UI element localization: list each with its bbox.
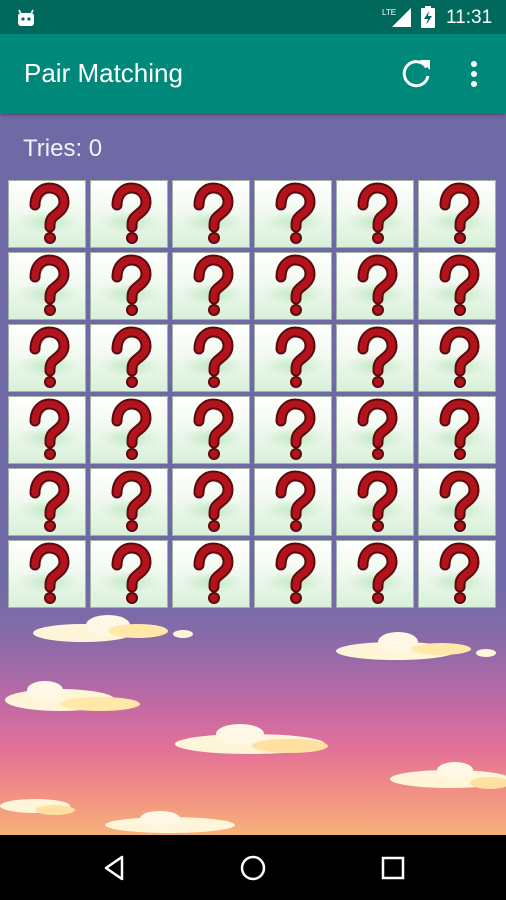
overflow-menu-icon[interactable] bbox=[462, 56, 486, 92]
question-mark-icon bbox=[193, 398, 234, 460]
question-mark-icon bbox=[111, 326, 152, 388]
tries-label: Tries: bbox=[23, 135, 83, 162]
question-mark-icon bbox=[111, 398, 152, 460]
card-r1-c1[interactable] bbox=[8, 180, 86, 248]
card-r5-c2[interactable] bbox=[90, 468, 168, 536]
question-mark-icon bbox=[111, 542, 152, 604]
question-mark-icon bbox=[193, 470, 234, 532]
question-mark-icon bbox=[275, 254, 316, 316]
card-r6-c3[interactable] bbox=[172, 540, 250, 608]
recents-icon[interactable] bbox=[378, 853, 408, 883]
question-mark-icon bbox=[439, 182, 480, 244]
cloud bbox=[105, 811, 235, 833]
question-mark-icon bbox=[29, 470, 70, 532]
question-mark-icon bbox=[275, 326, 316, 388]
question-mark-icon bbox=[111, 254, 152, 316]
card-r6-c4[interactable] bbox=[254, 540, 332, 608]
question-mark-icon bbox=[29, 326, 70, 388]
refresh-icon[interactable] bbox=[396, 54, 436, 94]
home-icon[interactable] bbox=[238, 853, 268, 883]
card-r6-c1[interactable] bbox=[8, 540, 86, 608]
question-mark-icon bbox=[357, 542, 398, 604]
card-r2-c3[interactable] bbox=[172, 252, 250, 320]
question-mark-icon bbox=[193, 542, 234, 604]
question-mark-icon bbox=[439, 542, 480, 604]
card-r4-c6[interactable] bbox=[418, 396, 496, 464]
question-mark-icon bbox=[439, 326, 480, 388]
question-mark-icon bbox=[275, 182, 316, 244]
question-mark-icon bbox=[439, 254, 480, 316]
question-mark-icon bbox=[29, 254, 70, 316]
card-r2-c4[interactable] bbox=[254, 252, 332, 320]
battery-charging-icon bbox=[421, 6, 435, 28]
card-grid bbox=[8, 180, 498, 611]
back-icon[interactable] bbox=[100, 853, 130, 883]
question-mark-icon bbox=[193, 326, 234, 388]
cloud bbox=[390, 762, 506, 789]
card-r1-c6[interactable] bbox=[418, 180, 496, 248]
question-mark-icon bbox=[357, 254, 398, 316]
question-mark-icon bbox=[29, 398, 70, 460]
card-r4-c4[interactable] bbox=[254, 396, 332, 464]
cloud bbox=[0, 799, 75, 815]
card-r2-c5[interactable] bbox=[336, 252, 414, 320]
card-r6-c2[interactable] bbox=[90, 540, 168, 608]
lte-signal-icon: LTE bbox=[382, 8, 411, 27]
navigation-bar bbox=[0, 835, 506, 900]
cloud bbox=[175, 724, 328, 754]
card-r4-c3[interactable] bbox=[172, 396, 250, 464]
cloud bbox=[5, 681, 140, 711]
tries-count: 0 bbox=[88, 135, 103, 162]
card-r5-c3[interactable] bbox=[172, 468, 250, 536]
question-mark-icon bbox=[111, 470, 152, 532]
cloud bbox=[336, 632, 496, 660]
app-title: Pair Matching bbox=[24, 58, 183, 88]
card-r5-c6[interactable] bbox=[418, 468, 496, 536]
card-r3-c4[interactable] bbox=[254, 324, 332, 392]
card-r3-c5[interactable] bbox=[336, 324, 414, 392]
game-area: Tries: 0 bbox=[0, 113, 506, 835]
question-mark-icon bbox=[111, 182, 152, 244]
app-bar: Pair Matching bbox=[0, 34, 506, 113]
card-r1-c3[interactable] bbox=[172, 180, 250, 248]
android-icon bbox=[18, 9, 34, 26]
card-r1-c4[interactable] bbox=[254, 180, 332, 248]
question-mark-icon bbox=[357, 182, 398, 244]
question-mark-icon bbox=[29, 182, 70, 244]
status-bar: LTE 11:31 bbox=[0, 0, 506, 34]
svg-text:LTE: LTE bbox=[382, 8, 396, 17]
card-r4-c5[interactable] bbox=[336, 396, 414, 464]
tries-counter: Tries: 0 bbox=[23, 135, 102, 163]
clock: 11:31 bbox=[446, 7, 493, 28]
card-r3-c3[interactable] bbox=[172, 324, 250, 392]
card-r2-c1[interactable] bbox=[8, 252, 86, 320]
question-mark-icon bbox=[275, 470, 316, 532]
card-r1-c2[interactable] bbox=[90, 180, 168, 248]
card-r6-c5[interactable] bbox=[336, 540, 414, 608]
card-r3-c2[interactable] bbox=[90, 324, 168, 392]
question-mark-icon bbox=[357, 398, 398, 460]
question-mark-icon bbox=[275, 398, 316, 460]
question-mark-icon bbox=[29, 542, 70, 604]
card-r2-c2[interactable] bbox=[90, 252, 168, 320]
card-r5-c5[interactable] bbox=[336, 468, 414, 536]
card-r6-c6[interactable] bbox=[418, 540, 496, 608]
question-mark-icon bbox=[357, 470, 398, 532]
question-mark-icon bbox=[193, 182, 234, 244]
card-r5-c4[interactable] bbox=[254, 468, 332, 536]
question-mark-icon bbox=[439, 398, 480, 460]
question-mark-icon bbox=[193, 254, 234, 316]
card-r4-c1[interactable] bbox=[8, 396, 86, 464]
question-mark-icon bbox=[275, 542, 316, 604]
card-r1-c5[interactable] bbox=[336, 180, 414, 248]
card-r3-c1[interactable] bbox=[8, 324, 86, 392]
question-mark-icon bbox=[439, 470, 480, 532]
card-r4-c2[interactable] bbox=[90, 396, 168, 464]
cloud bbox=[33, 615, 193, 642]
question-mark-icon bbox=[357, 326, 398, 388]
card-r5-c1[interactable] bbox=[8, 468, 86, 536]
card-r2-c6[interactable] bbox=[418, 252, 496, 320]
card-r3-c6[interactable] bbox=[418, 324, 496, 392]
